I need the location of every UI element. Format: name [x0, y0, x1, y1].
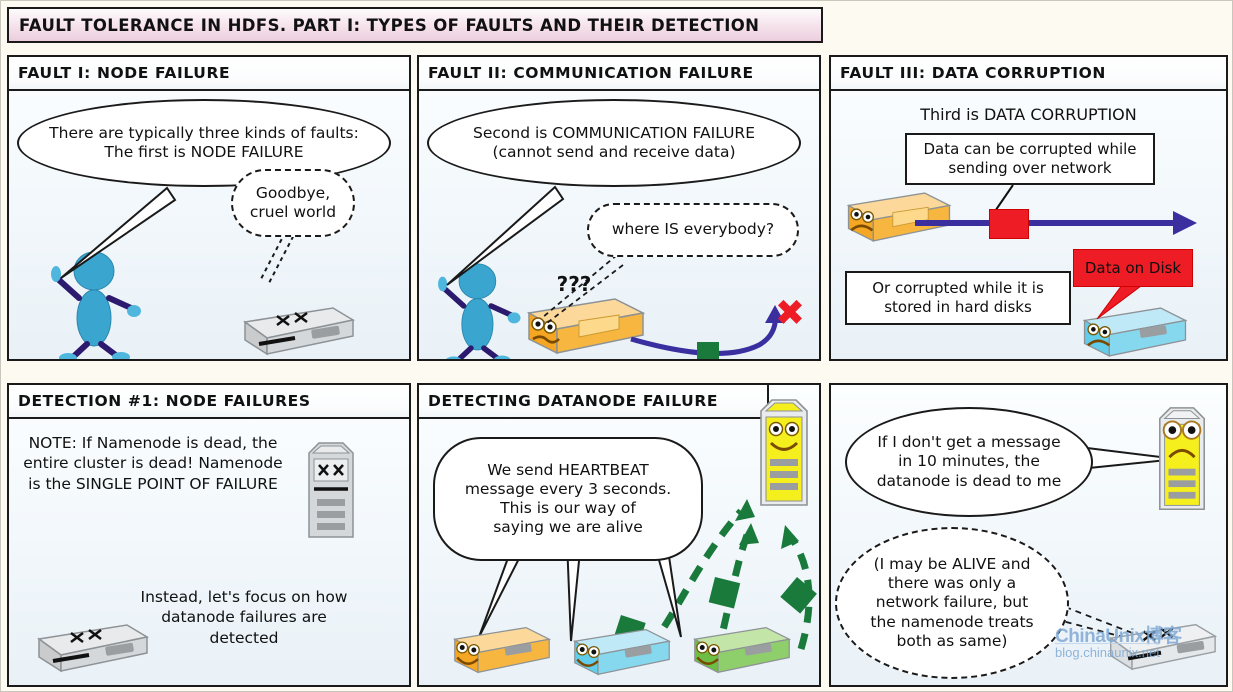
- bubble-line: sending over network: [948, 159, 1112, 177]
- poster-title-bar: FAULT TOLERANCE IN HDFS. PART I: TYPES O…: [7, 7, 823, 43]
- dying-node-bubble: Goodbye, cruel world: [231, 169, 355, 237]
- namenode-tower-worried: [1159, 407, 1205, 511]
- heartbeat-bubble: We send HEARTBEAT message every 3 second…: [433, 437, 703, 561]
- panel-fault-3: FAULT III: DATA CORRUPTION Third is DATA…: [829, 55, 1228, 361]
- datanode-green: [692, 626, 792, 674]
- panel-body: We send HEARTBEAT message every 3 second…: [419, 399, 819, 685]
- bubble-line: where IS everybody?: [611, 220, 775, 239]
- bubble-line: cruel world: [249, 203, 337, 221]
- bubble-line: Second is COMMUNICATION FAILURE: [473, 123, 755, 142]
- panel-header: FAULT I: NODE FAILURE: [9, 57, 409, 91]
- panel-header-label: FAULT II: COMMUNICATION FAILURE: [428, 64, 754, 82]
- dead-namenode-tower: [308, 442, 354, 538]
- bubble-line: Data can be corrupted while: [923, 140, 1137, 159]
- panel-header-label: DETECTING DATANODE FAILURE: [428, 392, 719, 410]
- bubble-line: There are typically three kinds of fault…: [49, 123, 359, 142]
- corrupt-packet-block: [989, 209, 1029, 239]
- bubble-line: We send HEARTBEAT: [487, 460, 649, 479]
- failure-cross-icon: ✖: [774, 293, 806, 334]
- panel-body: NOTE: If Namenode is dead, the entire cl…: [9, 419, 409, 685]
- network-corruption-box: Data can be corrupted while sending over…: [905, 133, 1155, 185]
- note-line: NOTE:: [28, 434, 77, 452]
- datanode-protest-bubble: (I may be ALIVE and there was only a net…: [835, 527, 1069, 679]
- bubble-line: Goodbye,: [255, 183, 331, 202]
- bubble-line: (cannot send and receive data): [492, 143, 736, 161]
- panel-body: There are typically three kinds of fault…: [9, 91, 409, 359]
- note-line: Instead, let's focus on: [140, 588, 311, 606]
- panel-detection-1: DETECTION #1: NODE FAILURES NOTE: If Nam…: [7, 383, 411, 687]
- bubble-line: both as same): [896, 631, 1008, 650]
- panel-header-label: FAULT III: DATA CORRUPTION: [840, 64, 1106, 82]
- bubble-line: in 10 minutes, the: [898, 452, 1040, 471]
- panel-detecting-datanode-failure: DETECTING DATANODE FAILURE We send HEART…: [417, 383, 821, 687]
- note-line: POINT OF FAILURE: [137, 474, 278, 493]
- bubble-line: The first is NODE FAILURE: [104, 143, 304, 161]
- panel-fault-2: FAULT II: COMMUNICATION FAILURE Second i…: [417, 55, 821, 361]
- dead-datanode: [243, 307, 356, 356]
- page-title: FAULT TOLERANCE IN HDFS. PART I: TYPES O…: [19, 15, 760, 35]
- panel-header: DETECTING DATANODE FAILURE: [419, 385, 769, 419]
- bubble-line: network failure, but: [875, 593, 1029, 612]
- focus-note: Instead, let's focus on how datanode fai…: [129, 587, 359, 648]
- datanode-orange: [452, 626, 552, 674]
- callout-pointer: [1096, 281, 1147, 320]
- network-arrow: [915, 211, 1197, 235]
- panel-header-label: DETECTION #1: NODE FAILURES: [18, 392, 311, 410]
- narrator-bubble: Second is COMMUNICATION FAILURE (cannot …: [427, 99, 801, 187]
- panel-body: If I don't get a message in 10 minutes, …: [831, 385, 1226, 685]
- bubble-line: Or corrupted while it is: [872, 279, 1044, 298]
- panel-header: DETECTION #1: NODE FAILURES: [9, 385, 409, 419]
- bubble-line: there was only a: [887, 574, 1017, 593]
- disk-corruption-box: Or corrupted while it is stored in hard …: [845, 271, 1071, 325]
- presumed-dead-datanode: [1108, 623, 1218, 671]
- confusion-marks: ???: [556, 272, 592, 296]
- panel-detection-timeout: If I don't get a message in 10 minutes, …: [829, 383, 1228, 687]
- bubble-line: saying we are alive: [493, 518, 643, 537]
- timeout-bubble: If I don't get a message in 10 minutes, …: [845, 407, 1093, 517]
- datanode-cyan: [572, 628, 672, 676]
- bubble-line: message every 3 seconds.: [464, 479, 672, 498]
- data-on-disk-callout: Data on Disk: [1073, 249, 1193, 287]
- panel-header-label: FAULT I: NODE FAILURE: [18, 64, 231, 82]
- namenode-spof-note: NOTE: If Namenode is dead, the entire cl…: [15, 433, 291, 494]
- bubble-tail: [60, 186, 177, 279]
- bubble-line: This is our way of: [500, 499, 636, 517]
- panel-body: Second is COMMUNICATION FAILURE (cannot …: [419, 91, 819, 359]
- note-line: If Namenode is dead,: [81, 434, 248, 452]
- panel-caption: Third is DATA CORRUPTION: [920, 105, 1137, 124]
- bubble-line: datanode is dead to me: [876, 471, 1062, 490]
- bubble-line: stored in hard disks: [884, 298, 1032, 316]
- panel-header: FAULT II: COMMUNICATION FAILURE: [419, 57, 819, 91]
- panel-fault-1: FAULT I: NODE FAILURE There are typicall…: [7, 55, 411, 361]
- bubble-line: (I may be ALIVE and: [873, 554, 1031, 573]
- namenode-tower-happy: [760, 399, 808, 506]
- panel-header: FAULT III: DATA CORRUPTION: [831, 57, 1226, 91]
- bubble-line: If I don't get a message: [877, 433, 1061, 452]
- isolated-node-bubble: where IS everybody?: [587, 203, 799, 257]
- poster-canvas: FAULT TOLERANCE IN HDFS. PART I: TYPES O…: [0, 0, 1233, 692]
- bubble-line: the namenode treats: [870, 612, 1034, 631]
- panel-body: Third is DATA CORRUPTION Data can be cor…: [831, 91, 1226, 359]
